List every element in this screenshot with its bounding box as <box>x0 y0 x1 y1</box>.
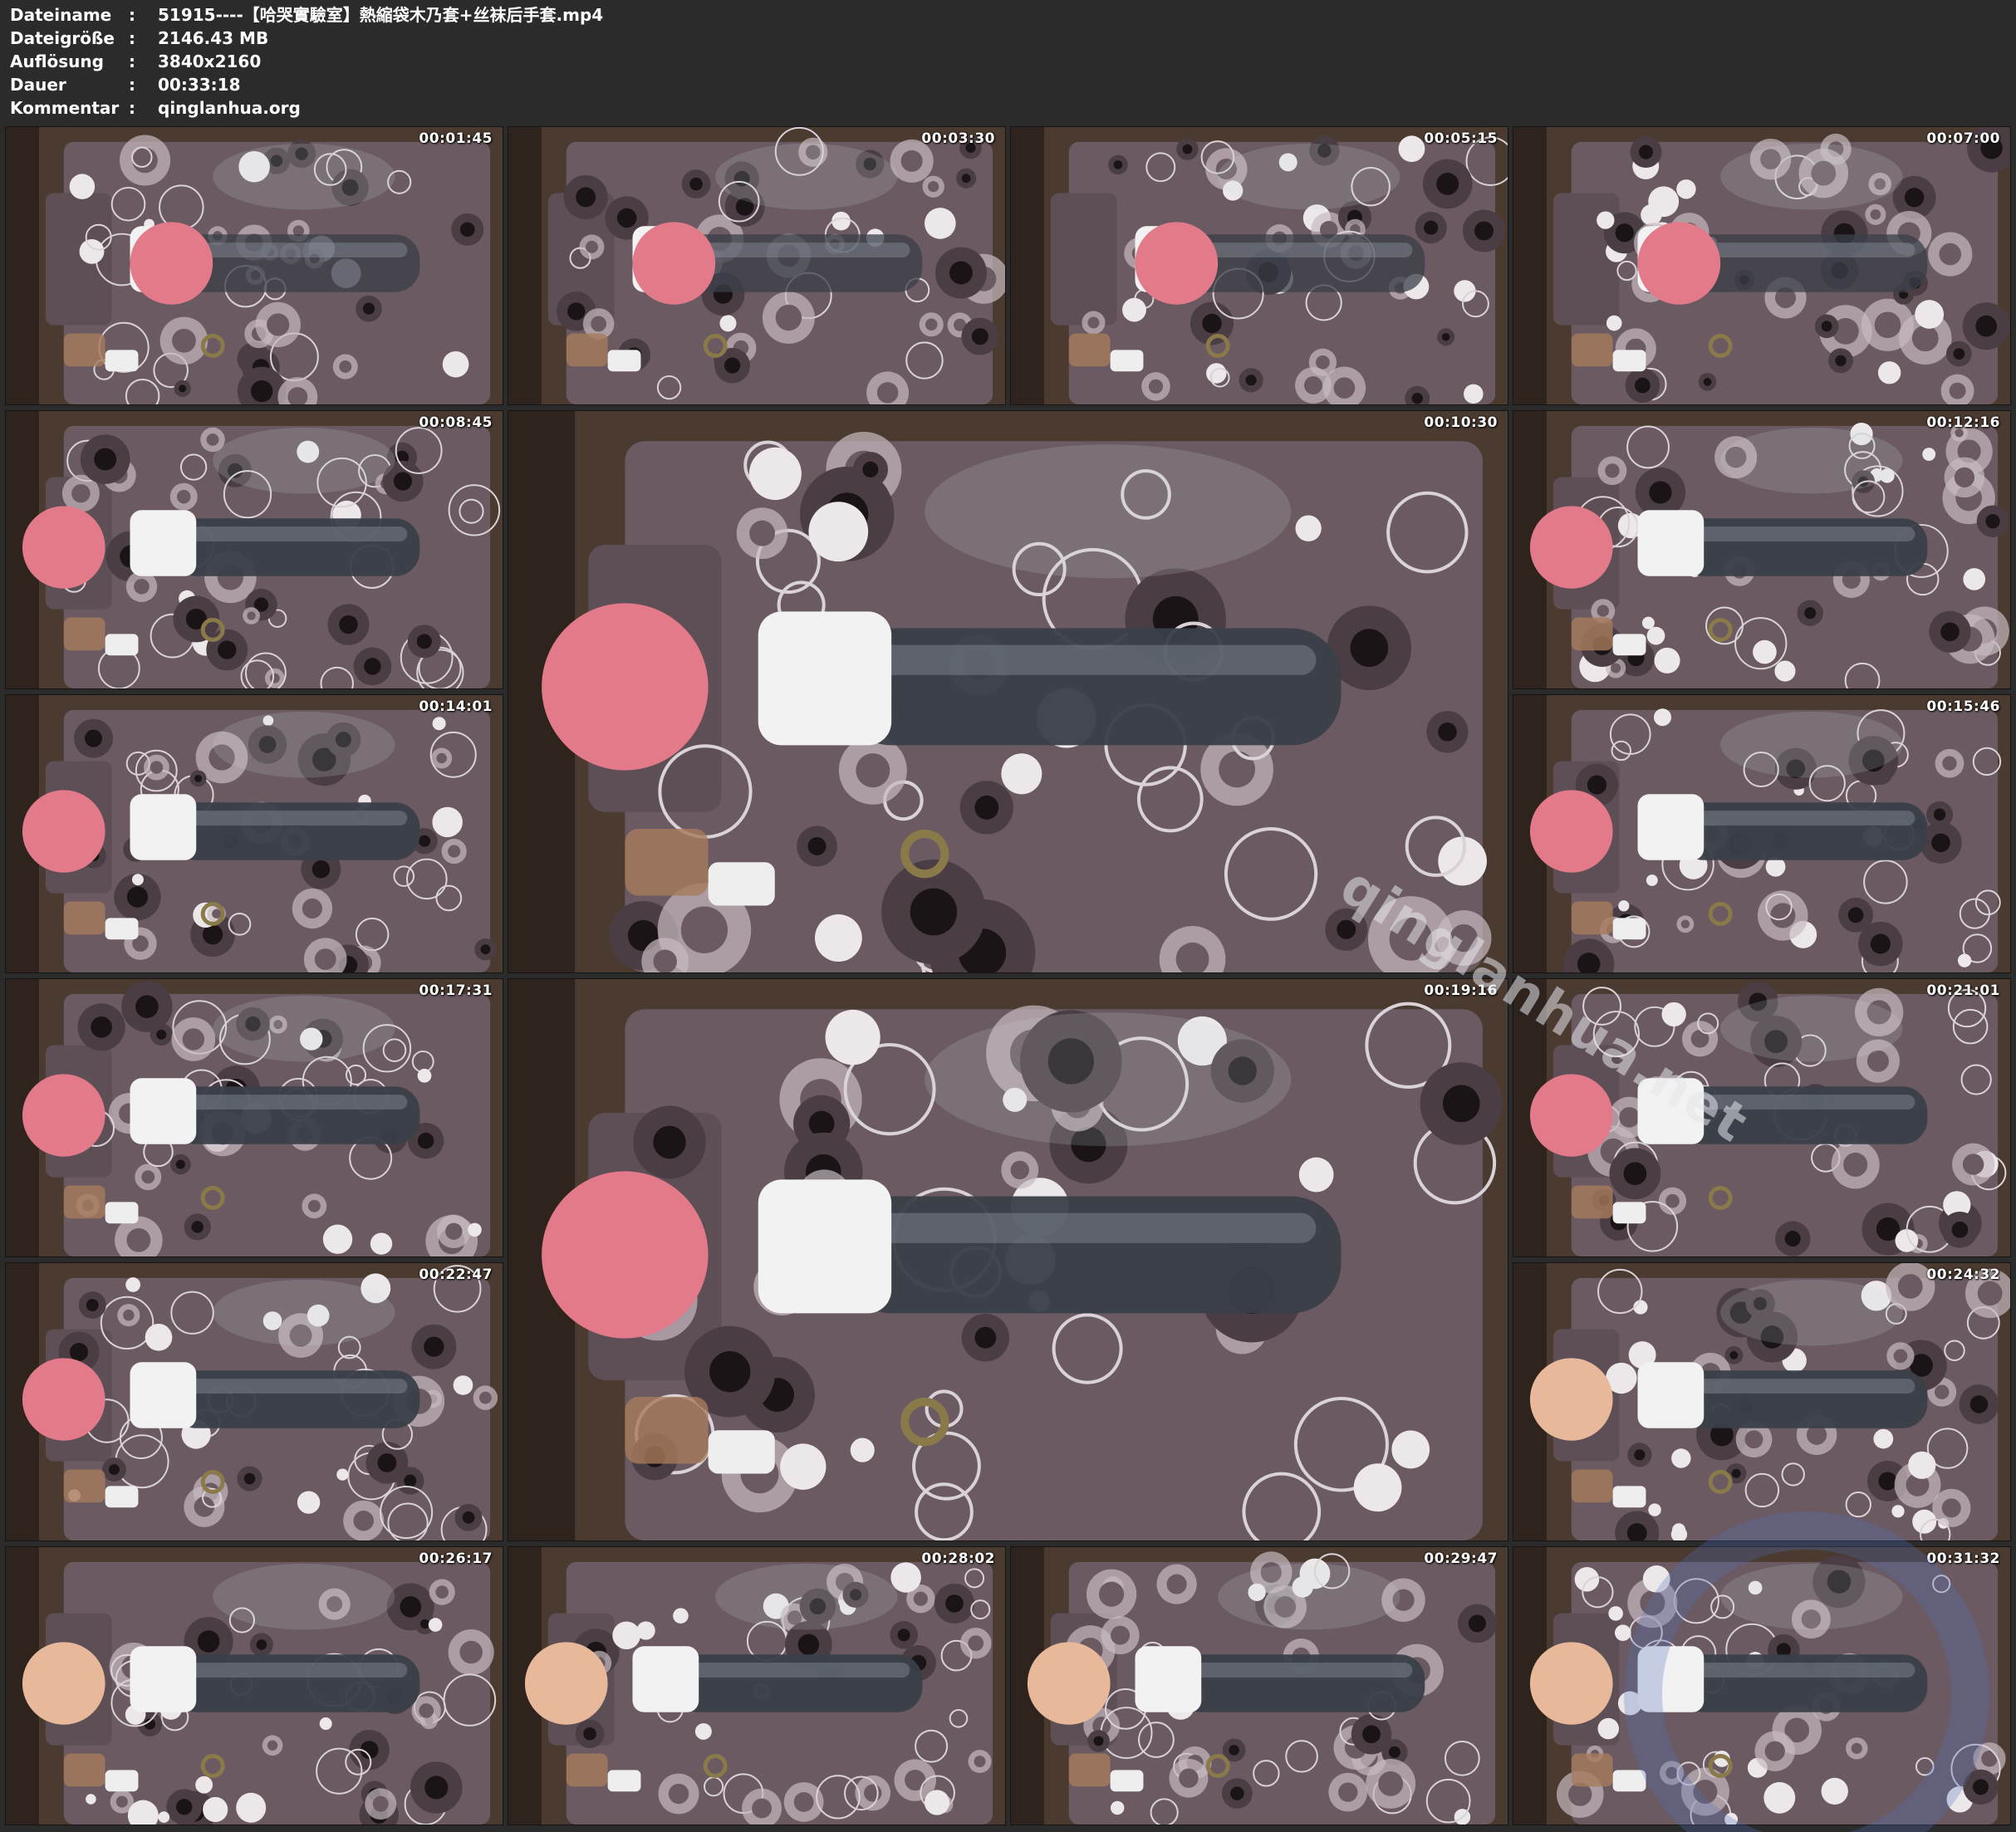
timestamp: 00:21:01 <box>1926 982 2000 999</box>
thumbnail: 00:26:17 <box>5 1546 503 1825</box>
frame-image <box>6 127 503 404</box>
frame-image <box>6 411 503 688</box>
timestamp: 00:29:47 <box>1424 1550 1498 1567</box>
thumbnail-large: 00:19:16 <box>508 978 1508 1541</box>
file-info-row-duration: Dauer : 00:33:18 <box>10 73 603 96</box>
file-info-row-size: Dateigröße : 2146.43 MB <box>10 27 603 50</box>
thumbnail: 00:05:15 <box>1010 126 1508 405</box>
frame-image <box>1513 695 2010 972</box>
frame-image <box>1513 411 2010 688</box>
file-name-label: Dateiname <box>10 5 112 25</box>
file-size-label: Dateigröße <box>10 28 115 48</box>
timestamp: 00:12:16 <box>1926 414 2000 431</box>
timestamp: 00:24:32 <box>1926 1266 2000 1283</box>
frame-image <box>508 979 1508 1541</box>
timestamp: 00:26:17 <box>419 1550 493 1567</box>
thumbnail: 00:31:32 <box>1513 1546 2011 1825</box>
frame-image <box>508 127 1005 404</box>
timestamp: 00:05:15 <box>1424 130 1498 147</box>
frame-image <box>1513 127 2010 404</box>
resolution-label: Auflösung <box>10 51 104 71</box>
timestamp: 00:10:30 <box>1424 414 1498 431</box>
timestamp: 00:19:16 <box>1424 982 1498 999</box>
timestamp: 00:22:47 <box>419 1266 493 1283</box>
frame-image <box>1513 1547 2010 1825</box>
frame-image <box>508 411 1508 972</box>
thumbnail: 00:03:30 <box>508 126 1006 405</box>
duration-value: 00:33:18 <box>158 75 241 95</box>
separator: : <box>129 75 135 95</box>
frame-image <box>6 979 503 1256</box>
comment-value: qinglanhua.org <box>158 98 301 118</box>
timestamp: 00:28:02 <box>921 1550 995 1567</box>
file-info-row-name: Dateiname : 51915----【哈哭實驗室】熱縮袋木乃套+丝袜后手套… <box>10 3 603 27</box>
file-info-row-comment: Kommentar : qinglanhua.org <box>10 96 603 120</box>
timestamp: 00:07:00 <box>1926 130 2000 147</box>
file-name-value: 51915----【哈哭實驗室】熱縮袋木乃套+丝袜后手套.mp4 <box>158 5 604 25</box>
frame-image <box>6 695 503 972</box>
frame-image <box>508 1547 1005 1825</box>
resolution-value: 3840x2160 <box>158 51 262 71</box>
frame-image <box>6 1547 503 1825</box>
timestamp: 00:14:01 <box>419 698 493 715</box>
frame-image <box>1011 127 1508 404</box>
timestamp: 00:15:46 <box>1926 698 2000 715</box>
thumbnail: 00:21:01 <box>1513 978 2011 1257</box>
frame-image <box>6 1263 503 1541</box>
timestamp: 00:17:31 <box>419 982 493 999</box>
file-info-row-resolution: Auflösung : 3840x2160 <box>10 50 603 73</box>
timestamp: 00:08:45 <box>419 414 493 431</box>
timestamp: 00:01:45 <box>419 130 493 147</box>
separator: : <box>129 98 135 118</box>
duration-label: Dauer <box>10 75 66 95</box>
timestamp: 00:03:30 <box>921 130 995 147</box>
thumbnail: 00:24:32 <box>1513 1262 2011 1541</box>
timestamp: 00:31:32 <box>1926 1550 2000 1567</box>
comment-label: Kommentar <box>10 98 120 118</box>
frame-image <box>1011 1547 1508 1825</box>
thumbnail: 00:28:02 <box>508 1546 1006 1825</box>
separator: : <box>129 5 135 25</box>
separator: : <box>129 28 135 48</box>
thumbnail: 00:17:31 <box>5 978 503 1257</box>
thumbnail: 00:29:47 <box>1010 1546 1508 1825</box>
thumbnail-large: 00:10:30 <box>508 410 1508 973</box>
file-size-value: 2146.43 MB <box>158 28 269 48</box>
thumbnail: 00:12:16 <box>1513 410 2011 689</box>
thumbnail: 00:14:01 <box>5 694 503 973</box>
thumbnail: 00:07:00 <box>1513 126 2011 405</box>
thumbnail: 00:15:46 <box>1513 694 2011 973</box>
thumbnail: 00:01:45 <box>5 126 503 405</box>
file-info: Dateiname : 51915----【哈哭實驗室】熱縮袋木乃套+丝袜后手套… <box>10 3 603 120</box>
frame-image <box>1513 1263 2010 1541</box>
thumbnail: 00:08:45 <box>5 410 503 689</box>
thumbnail: 00:22:47 <box>5 1262 503 1541</box>
separator: : <box>129 51 135 71</box>
frame-image <box>1513 979 2010 1256</box>
